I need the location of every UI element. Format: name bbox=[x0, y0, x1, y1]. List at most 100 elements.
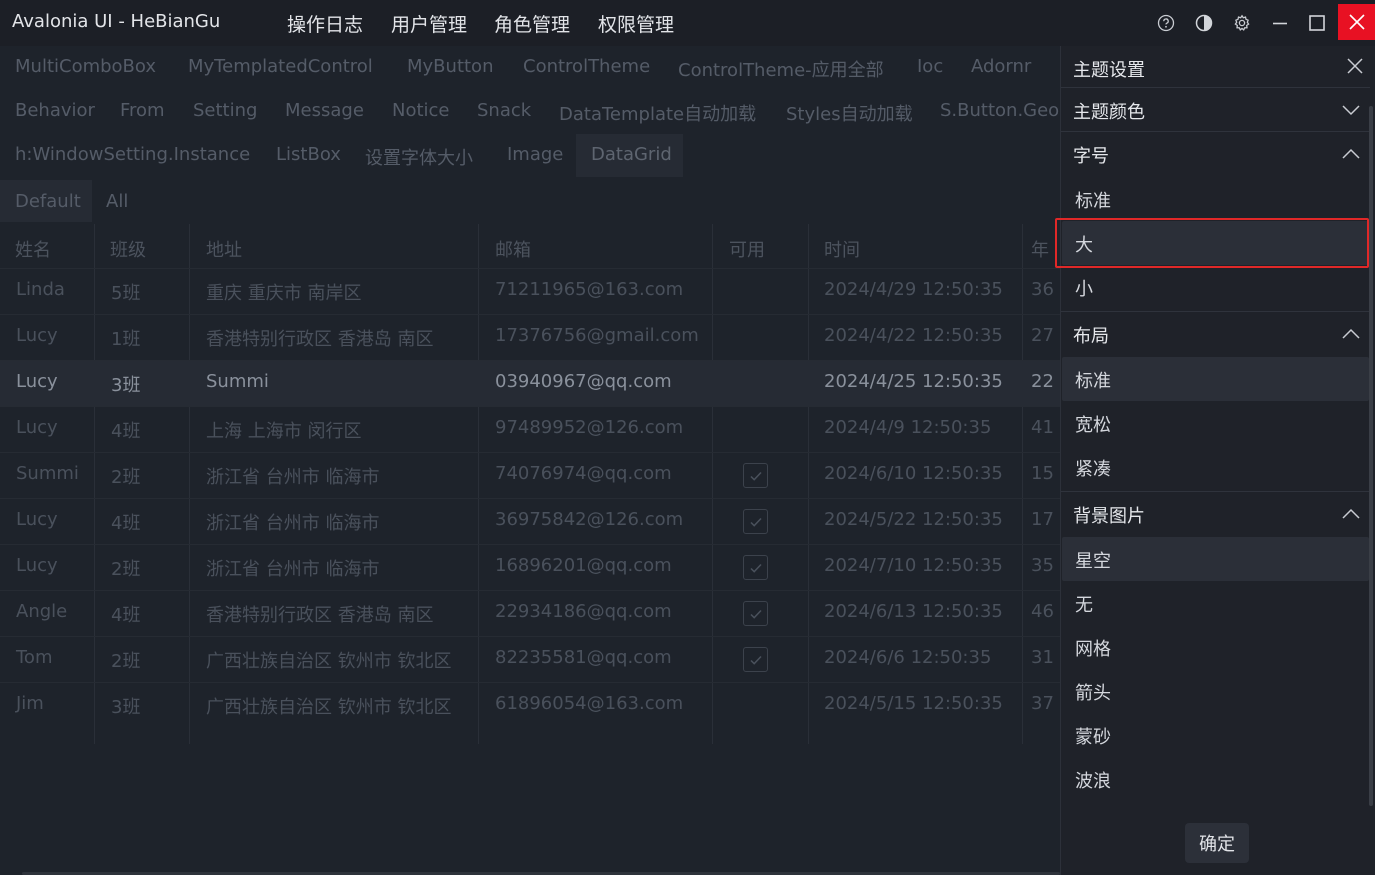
table-row[interactable]: Summi 2班 浙江省 台州市 临海市 74076974@qq.com 2024/6/… bbox=[0, 452, 1060, 498]
table-row[interactable]: Lucy 1班 香港特别行政区 香港岛 南区 17376756@gmail.com 20… bbox=[0, 314, 1060, 360]
tab-image[interactable]: Image bbox=[507, 144, 563, 165]
tab-snack[interactable]: Snack bbox=[477, 100, 531, 121]
cell-age: 27 bbox=[1031, 325, 1054, 346]
column-header-address[interactable]: 地址 bbox=[206, 236, 242, 262]
cell-time: 2024/6/13 12:50:35 bbox=[824, 601, 1003, 622]
cell-age: 37 bbox=[1031, 693, 1054, 714]
tab-multicombobox[interactable]: MultiComboBox bbox=[15, 56, 156, 77]
minimize-icon[interactable] bbox=[1265, 8, 1295, 38]
background-option-arrow[interactable]: 箭头 bbox=[1062, 669, 1369, 713]
maximize-icon[interactable] bbox=[1302, 8, 1332, 38]
app-title: Avalonia UI - HeBianGu bbox=[12, 11, 221, 32]
option-label: 网格 bbox=[1075, 639, 1111, 660]
cell-cls: 4班 bbox=[111, 605, 141, 626]
tab-behavior[interactable]: Behavior bbox=[15, 100, 95, 121]
section-theme-color[interactable]: 主题颜色 bbox=[1061, 87, 1370, 131]
layout-option-loose[interactable]: 宽松 bbox=[1062, 401, 1369, 445]
tab-controltheme-apply-all[interactable]: ControlTheme-应用全部 bbox=[678, 56, 884, 82]
drawer-close-button[interactable] bbox=[1341, 52, 1369, 80]
tab-message[interactable]: Message bbox=[285, 100, 364, 121]
filter-all[interactable]: All bbox=[106, 191, 128, 212]
cell-email: 74076974@qq.com bbox=[495, 463, 672, 484]
background-option-wave[interactable]: 波浪 bbox=[1062, 757, 1369, 801]
tab-s-button-geo[interactable]: S.Button.Geo bbox=[940, 100, 1059, 121]
tab-setting[interactable]: Setting bbox=[193, 100, 257, 121]
table-row[interactable]: Lucy 4班 浙江省 台州市 临海市 36975842@126.com 2024/5/… bbox=[0, 498, 1060, 544]
column-header-class[interactable]: 班级 bbox=[110, 236, 146, 262]
cell-email: 71211965@163.com bbox=[495, 279, 684, 300]
table-row[interactable]: Lucy 3班 Summi 03940967@qq.com 2024/4/25 12:5… bbox=[0, 360, 1060, 406]
close-icon bbox=[1347, 58, 1363, 74]
filter-default[interactable]: Default bbox=[15, 191, 81, 212]
tab-adornr[interactable]: Adornr bbox=[971, 56, 1031, 77]
column-header-age[interactable]: 年 bbox=[1031, 236, 1049, 262]
close-icon bbox=[1348, 14, 1365, 30]
cell-addr: 广西壮族自治区 钦州市 钦北区 bbox=[206, 697, 452, 718]
tab-controltheme[interactable]: ControlTheme bbox=[523, 56, 650, 77]
cell-cls: 2班 bbox=[111, 559, 141, 580]
cell-name: Lucy bbox=[16, 555, 58, 576]
background-option-grid[interactable]: 网格 bbox=[1062, 625, 1369, 669]
table-row[interactable]: Lucy 4班 上海 上海市 闵行区 97489952@126.com 2024/4/9… bbox=[0, 406, 1060, 452]
column-header-time[interactable]: 时间 bbox=[824, 236, 860, 262]
table-row[interactable]: Angle 4班 香港特别行政区 香港岛 南区 22934186@qq.com 2024… bbox=[0, 590, 1060, 636]
section-layout[interactable]: 布局 bbox=[1061, 311, 1370, 355]
background-option-frosted[interactable]: 蒙砂 bbox=[1062, 713, 1369, 757]
table-row[interactable]: Tom 2班 广西壮族自治区 钦州市 钦北区 82235581@qq.com 2024/… bbox=[0, 636, 1060, 682]
theme-toggle-icon[interactable] bbox=[1189, 8, 1219, 38]
tab-mytemplatedcontrol[interactable]: MyTemplatedControl bbox=[188, 56, 373, 77]
menu-user-management[interactable]: 用户管理 bbox=[391, 10, 467, 37]
tab-ioc[interactable]: Ioc bbox=[917, 56, 943, 77]
tab-from[interactable]: From bbox=[120, 100, 165, 121]
enabled-checkbox[interactable] bbox=[743, 509, 768, 534]
section-font-size[interactable]: 字号 bbox=[1061, 131, 1370, 175]
menu-role-management[interactable]: 角色管理 bbox=[494, 10, 570, 37]
close-button[interactable] bbox=[1338, 4, 1375, 40]
tab-notice[interactable]: Notice bbox=[392, 100, 450, 121]
chevron-up-icon bbox=[1342, 148, 1360, 159]
column-header-email[interactable]: 邮箱 bbox=[495, 236, 531, 262]
layout-option-compact[interactable]: 紧凑 bbox=[1062, 445, 1369, 489]
background-option-none[interactable]: 无 bbox=[1062, 581, 1369, 625]
enabled-checkbox[interactable] bbox=[743, 555, 768, 580]
section-background-image[interactable]: 背景图片 bbox=[1061, 491, 1370, 535]
tab-listbox[interactable]: ListBox bbox=[276, 144, 341, 165]
font-option-large[interactable]: 大 bbox=[1062, 221, 1369, 265]
tab-set-font-size[interactable]: 设置字体大小 bbox=[365, 144, 473, 170]
cell-email: 36975842@126.com bbox=[495, 509, 684, 530]
gear-icon[interactable] bbox=[1227, 8, 1257, 38]
chevron-down-icon bbox=[1342, 105, 1360, 116]
checkmark-icon bbox=[749, 517, 762, 527]
cell-cls: 5班 bbox=[111, 283, 141, 304]
confirm-button[interactable]: 确定 bbox=[1185, 823, 1249, 863]
enabled-checkbox[interactable] bbox=[743, 647, 768, 672]
cell-name: Linda bbox=[16, 279, 65, 300]
cell-addr: 香港特别行政区 香港岛 南区 bbox=[206, 329, 434, 350]
help-icon[interactable] bbox=[1151, 8, 1181, 38]
column-header-enabled[interactable]: 可用 bbox=[729, 236, 765, 262]
enabled-checkbox[interactable] bbox=[743, 601, 768, 626]
enabled-checkbox[interactable] bbox=[743, 463, 768, 488]
tab-styles-autoload[interactable]: Styles自动加载 bbox=[786, 100, 913, 126]
menu-operation-log[interactable]: 操作日志 bbox=[287, 10, 363, 37]
tab-datatemplate-autoload[interactable]: DataTemplate自动加载 bbox=[559, 100, 756, 126]
column-header-name[interactable]: 姓名 bbox=[15, 236, 51, 262]
cell-time: 2024/7/10 12:50:35 bbox=[824, 555, 1003, 576]
tab-mybutton[interactable]: MyButton bbox=[407, 56, 493, 77]
table-row[interactable]: Linda 5班 重庆 重庆市 南岸区 71211965@163.com 2024/4/… bbox=[0, 268, 1060, 314]
cell-addr: Summi bbox=[206, 371, 269, 392]
drawer-title: 主题设置 bbox=[1073, 60, 1145, 81]
layout-option-standard[interactable]: 标准 bbox=[1062, 357, 1369, 401]
font-option-standard[interactable]: 标准 bbox=[1062, 177, 1369, 221]
option-label: 紧凑 bbox=[1075, 459, 1111, 480]
cell-email: 82235581@qq.com bbox=[495, 647, 672, 668]
drawer-scrollbar[interactable] bbox=[1369, 106, 1373, 806]
cell-age: 15 bbox=[1031, 463, 1054, 484]
background-option-starry[interactable]: 星空 bbox=[1062, 537, 1369, 581]
tab-windowsetting-instance[interactable]: h:WindowSetting.Instance bbox=[15, 144, 250, 165]
font-option-small[interactable]: 小 bbox=[1062, 265, 1369, 309]
table-row[interactable]: Lucy 2班 浙江省 台州市 临海市 16896201@qq.com 2024/7/1… bbox=[0, 544, 1060, 590]
menu-permission-management[interactable]: 权限管理 bbox=[598, 10, 674, 37]
tab-datagrid[interactable]: DataGrid bbox=[591, 144, 672, 165]
table-row[interactable]: Jim 3班 广西壮族自治区 钦州市 钦北区 61896054@163.com 2024… bbox=[0, 682, 1060, 728]
